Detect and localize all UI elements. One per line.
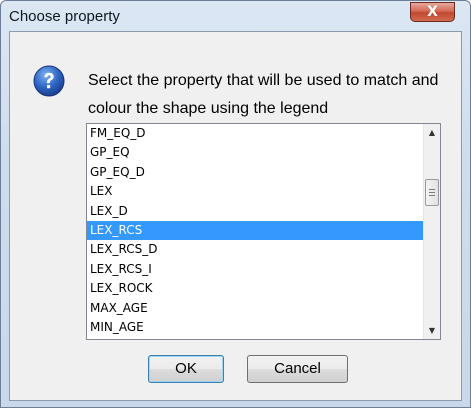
list-item[interactable]: MIN_AGE bbox=[87, 318, 423, 337]
ok-button[interactable]: OK bbox=[148, 355, 224, 383]
property-list: FM_EQ_D GP_EQ GP_EQ_D LEX LEX_D LEX_RCS LEX_RC… bbox=[87, 124, 423, 337]
grip-line bbox=[429, 195, 435, 196]
list-item[interactable]: LEX_ROCK bbox=[87, 279, 423, 298]
list-item[interactable]: LEX bbox=[87, 182, 423, 201]
property-listbox[interactable]: FM_EQ_D GP_EQ GP_EQ_D LEX LEX_D LEX_RCS LEX_RC… bbox=[86, 123, 441, 340]
list-item[interactable]: GP_EQ_D bbox=[87, 163, 423, 182]
list-item[interactable]: FM_EQ_D bbox=[87, 124, 423, 143]
window-title: Choose property bbox=[9, 8, 120, 25]
list-item[interactable]: LEX_RCS bbox=[87, 220, 423, 241]
scroll-down-arrow-icon[interactable]: ▼ bbox=[424, 322, 440, 339]
grip-line bbox=[429, 189, 435, 190]
list-item[interactable]: LEX_RCS_D bbox=[87, 240, 423, 259]
list-item[interactable]: LEX_D bbox=[87, 202, 423, 221]
question-icon bbox=[33, 65, 65, 97]
scroll-up-arrow-icon[interactable]: ▲ bbox=[424, 124, 440, 141]
vertical-scrollbar[interactable]: ▲ ▼ bbox=[423, 124, 440, 339]
list-item[interactable]: MAX_AGE bbox=[87, 299, 423, 318]
grip-line bbox=[429, 192, 435, 193]
cancel-button[interactable]: Cancel bbox=[247, 355, 348, 383]
list-item[interactable]: LEX_RCS_I bbox=[87, 260, 423, 279]
prompt-message: Select the property that will be used to… bbox=[88, 72, 439, 117]
scrollbar-thumb[interactable] bbox=[425, 179, 439, 206]
title-bar[interactable]: Choose property bbox=[1, 1, 470, 31]
close-icon: X bbox=[427, 4, 438, 20]
close-button[interactable]: X bbox=[410, 2, 455, 22]
list-item[interactable]: GP_EQ bbox=[87, 143, 423, 162]
